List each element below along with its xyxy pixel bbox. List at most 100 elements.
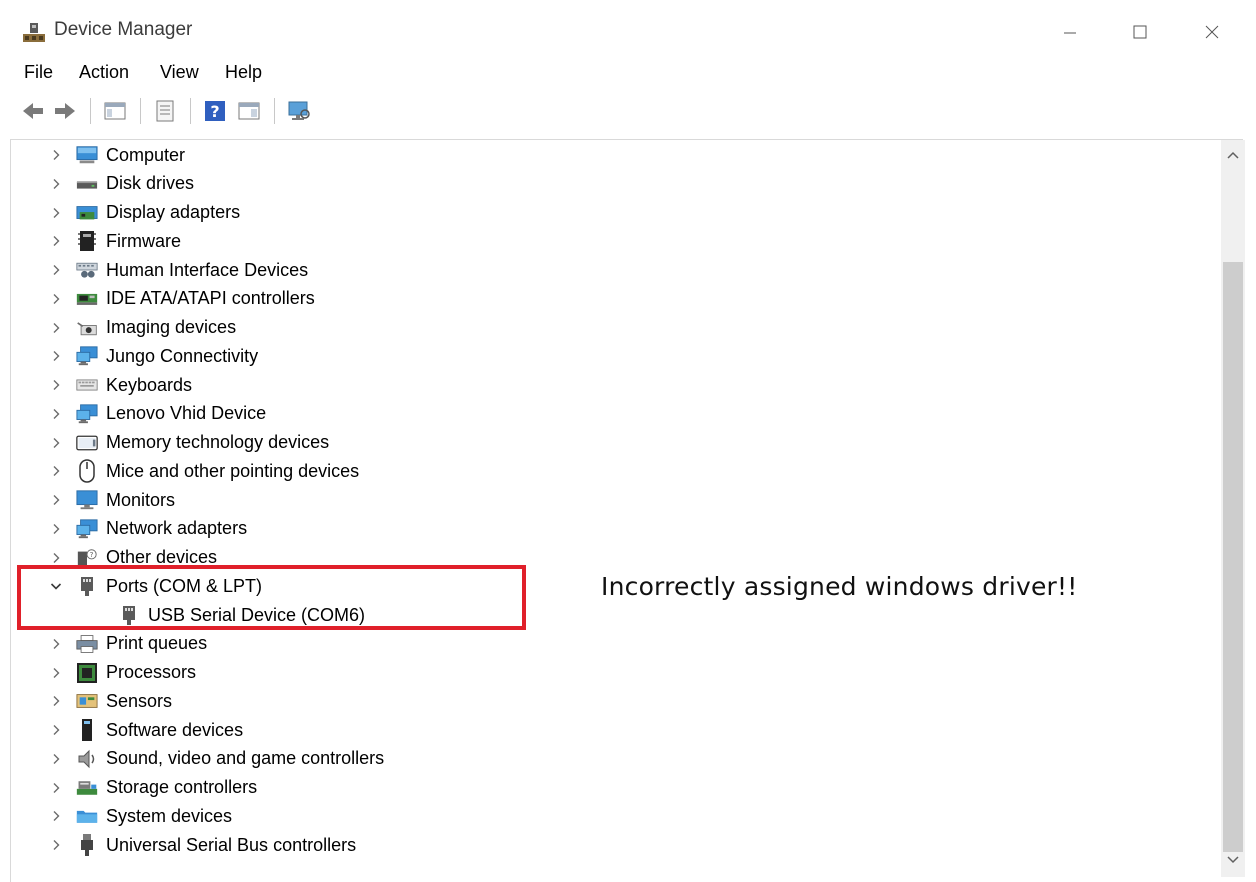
tree-item-label: IDE ATA/ATAPI controllers	[106, 288, 315, 309]
tree-item-lenovo-vhid-device[interactable]: Lenovo Vhid Device	[48, 400, 266, 428]
scroll-down-arrow-icon[interactable]	[1225, 853, 1241, 867]
tree-item-monitors[interactable]: Monitors	[48, 486, 175, 514]
network-monitor-icon	[76, 518, 98, 540]
tree-item-label: Keyboards	[106, 374, 193, 395]
tree-item-label: Processors	[106, 662, 197, 682]
annotation-text: Incorrectly assigned windows driver!!	[601, 572, 1078, 601]
device-manager-app-icon	[21, 20, 47, 46]
tree-item-ide-ata-atapi-controllers[interactable]: IDE ATA/ATAPI controllers	[48, 285, 315, 313]
tree-item-human-interface-devices[interactable]: Human Interface Devices	[48, 256, 308, 284]
tree-item-label: Imaging devices	[106, 317, 237, 337]
properties-icon[interactable]	[152, 98, 178, 124]
memory-device-icon	[76, 432, 98, 454]
display-adapter-icon	[76, 202, 98, 224]
tree-item-print-queues[interactable]: Print queues	[48, 630, 207, 658]
tree-item-label: Print queues	[106, 633, 208, 654]
forward-arrow-icon[interactable]	[52, 98, 78, 124]
close-button[interactable]	[1192, 16, 1232, 48]
tree-item-label: System devices	[106, 805, 233, 826]
camera-icon	[76, 317, 98, 339]
back-arrow-icon[interactable]	[20, 98, 46, 124]
chevron-right-icon[interactable]	[48, 147, 64, 163]
chevron-right-icon[interactable]	[48, 665, 64, 681]
tree-item-system-devices[interactable]: System devices	[48, 802, 232, 830]
tree-item-jungo-connectivity[interactable]: Jungo Connectivity	[48, 342, 258, 370]
tree-item-firmware[interactable]: Firmware	[48, 227, 181, 255]
tree-item-label: Mice and other pointing devices	[106, 460, 360, 481]
tree-item-network-adapters[interactable]: Network adapters	[48, 515, 247, 543]
tree-item-display-adapters[interactable]: Display adapters	[48, 199, 240, 227]
chevron-right-icon[interactable]	[48, 233, 64, 249]
tree-item-label: Sound, video and game controllers	[106, 748, 385, 769]
tree-item-label: Software devices	[106, 719, 244, 740]
monitor-icon	[76, 489, 98, 511]
usb-plug-icon	[76, 834, 98, 856]
help-icon[interactable]: ?	[202, 98, 228, 124]
tree-item-label: Memory technology devices	[106, 432, 330, 452]
tree-item-label: Jungo Connectivity	[106, 345, 259, 366]
tree-item-computer[interactable]: Computer	[48, 141, 185, 169]
toolbar: ?	[0, 90, 1256, 134]
tree-item-processors[interactable]: Processors	[48, 659, 196, 687]
system-folder-icon	[76, 805, 98, 827]
tree-item-software-devices[interactable]: Software devices	[48, 716, 243, 744]
minimize-button[interactable]	[1050, 16, 1090, 48]
menu-view[interactable]: View	[160, 62, 199, 83]
scroll-thumb[interactable]	[1223, 262, 1243, 852]
chevron-right-icon[interactable]	[48, 837, 64, 853]
maximize-button[interactable]	[1120, 16, 1160, 48]
chevron-right-icon[interactable]	[48, 751, 64, 767]
scroll-up-arrow-icon[interactable]	[1225, 148, 1241, 162]
monitor-scan-icon[interactable]	[286, 98, 312, 124]
menu-file[interactable]: File	[24, 62, 53, 83]
chevron-right-icon[interactable]	[48, 291, 64, 307]
menu-help[interactable]: Help	[225, 62, 262, 83]
tree-item-sound-video-and-game-controllers[interactable]: Sound, video and game controllers	[48, 745, 384, 773]
printer-icon	[76, 633, 98, 655]
action-pane-icon[interactable]	[236, 98, 262, 124]
chevron-right-icon[interactable]	[48, 521, 64, 537]
chevron-right-icon[interactable]	[48, 693, 64, 709]
tree-item-sensors[interactable]: Sensors	[48, 687, 172, 715]
disk-drive-icon	[76, 173, 98, 195]
tree-item-label: Human Interface Devices	[106, 259, 309, 280]
tree-item-label: Computer	[106, 144, 186, 165]
computer-icon	[76, 144, 98, 166]
processor-icon	[76, 662, 98, 684]
chevron-right-icon[interactable]	[48, 550, 64, 566]
chevron-right-icon[interactable]	[48, 808, 64, 824]
chevron-right-icon[interactable]	[48, 435, 64, 451]
chevron-right-icon[interactable]	[48, 722, 64, 738]
chevron-right-icon[interactable]	[48, 406, 64, 422]
tree-item-memory-technology-devices[interactable]: Memory technology devices	[48, 429, 329, 457]
menu-bar: File Action View Help	[0, 60, 1256, 88]
tree-item-label: Firmware	[106, 230, 181, 251]
chevron-right-icon[interactable]	[48, 320, 64, 336]
chevron-right-icon[interactable]	[48, 348, 64, 364]
chevron-right-icon[interactable]	[48, 463, 64, 479]
network-monitor-icon	[76, 403, 98, 425]
chevron-right-icon[interactable]	[48, 492, 64, 508]
mouse-icon	[76, 459, 98, 483]
tree-item-keyboards[interactable]: Keyboards	[48, 371, 192, 399]
tree-item-label: Monitors	[106, 489, 176, 510]
svg-text:?: ?	[90, 550, 94, 559]
tree-item-storage-controllers[interactable]: Storage controllers	[48, 774, 257, 802]
firmware-icon	[76, 230, 98, 252]
tree-item-imaging-devices[interactable]: Imaging devices	[48, 314, 236, 342]
tree-item-label: Sensors	[106, 690, 173, 711]
chevron-right-icon[interactable]	[48, 780, 64, 796]
chevron-right-icon[interactable]	[48, 176, 64, 192]
keyboard-icon	[76, 374, 98, 396]
tree-item-disk-drives[interactable]: Disk drives	[48, 170, 194, 198]
chevron-right-icon[interactable]	[48, 205, 64, 221]
chevron-right-icon[interactable]	[48, 262, 64, 278]
chevron-right-icon[interactable]	[48, 377, 64, 393]
svg-text:?: ?	[210, 102, 219, 121]
menu-action[interactable]: Action	[79, 62, 129, 83]
show-hide-console-tree-icon[interactable]	[102, 98, 128, 124]
tree-item-mice-and-other-pointing-devices[interactable]: Mice and other pointing devices	[48, 457, 359, 485]
chevron-right-icon[interactable]	[48, 636, 64, 652]
vertical-scrollbar[interactable]	[1221, 140, 1245, 877]
tree-item-universal-serial-bus-controllers[interactable]: Universal Serial Bus controllers	[48, 831, 356, 859]
